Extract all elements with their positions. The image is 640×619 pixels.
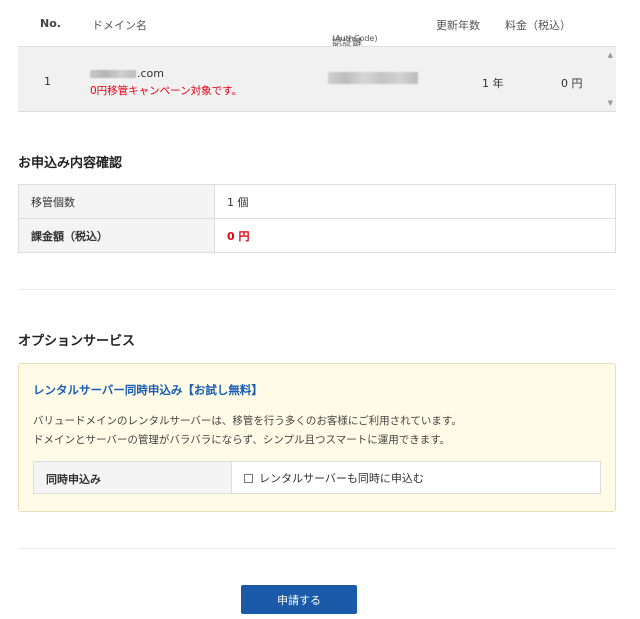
header-fee: 料金（税込） xyxy=(505,19,571,32)
row-fee: 0 円 xyxy=(561,77,583,90)
confirm-section-title: お申込み内容確認 xyxy=(18,156,123,171)
header-no: No. xyxy=(40,17,61,30)
row-years: 1 年 xyxy=(482,77,504,90)
confirm-count-label: 移管個数 xyxy=(18,184,215,219)
option-section-title: オプションサービス xyxy=(18,334,136,349)
row-domain: .com xyxy=(90,67,164,80)
option-description: バリュードメインのレンタルサーバーは、移管を行う多くのお客様にご利用されています… xyxy=(33,412,462,450)
campaign-notice: 0円移管キャンペーン対象です。 xyxy=(90,85,243,97)
option-description-line1: バリュードメインのレンタルサーバーは、移管を行う多くのお客様にご利用されています… xyxy=(33,415,462,427)
header-years: 更新年数 xyxy=(436,19,480,32)
rental-server-option-box: レンタルサーバー同時申込み【お試し無料】 バリュードメインのレンタルサーバーは、… xyxy=(18,363,616,512)
row-no: 1 xyxy=(44,75,51,88)
redacted-domain-name xyxy=(90,70,136,78)
scroll-up-arrow-icon[interactable]: ▲ xyxy=(608,51,613,59)
rental-server-checkbox-label[interactable]: レンタルサーバーも同時に申込む xyxy=(244,470,424,486)
option-description-line2: ドメインとサーバーの管理がバラバラにならず、シンプル且つスマートに運用できます。 xyxy=(33,434,451,446)
redacted-authcode xyxy=(328,72,418,84)
header-domain: ドメイン名 xyxy=(92,19,147,32)
confirm-amount-value: 0 円 xyxy=(214,218,616,253)
option-box-title: レンタルサーバー同時申込み【お試し無料】 xyxy=(33,383,263,397)
domain-table-row: 1 .com 0円移管キャンペーン対象です。 1 年 0 円 ▲ ▼ xyxy=(18,46,616,112)
submit-button[interactable]: 申請する xyxy=(241,585,357,614)
scroll-down-arrow-icon[interactable]: ▼ xyxy=(608,99,613,107)
rental-server-checkbox-text: レンタルサーバーも同時に申込む xyxy=(259,472,424,485)
domain-table-header: No. ドメイン名 認証鍵 (AuthCode) 更新年数 料金（税込） xyxy=(18,0,616,49)
header-authcode-sub: (AuthCode) xyxy=(332,34,378,43)
simultaneous-apply-label: 同時申込み xyxy=(34,462,232,493)
option-table: 同時申込み レンタルサーバーも同時に申込む xyxy=(33,461,601,494)
section-divider xyxy=(18,289,616,290)
row-domain-suffix: .com xyxy=(137,67,164,80)
confirm-row-amount: 課金額（税込） 0 円 xyxy=(18,218,616,253)
rental-server-checkbox[interactable] xyxy=(244,473,253,483)
confirm-amount-label: 課金額（税込） xyxy=(18,218,215,253)
section-divider xyxy=(18,548,616,549)
confirm-count-value: 1 個 xyxy=(214,184,616,219)
confirm-row-count: 移管個数 1 個 xyxy=(18,184,616,219)
confirm-table: 移管個数 1 個 課金額（税込） 0 円 xyxy=(18,184,616,253)
